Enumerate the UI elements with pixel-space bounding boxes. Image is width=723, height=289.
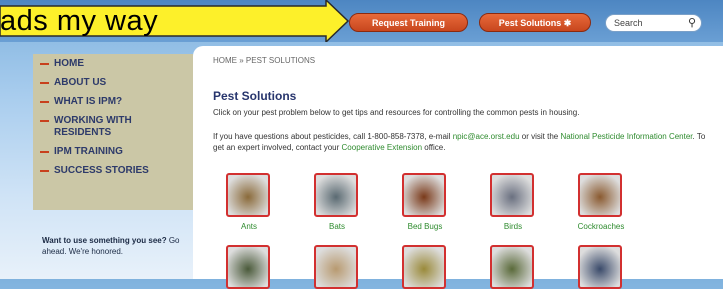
pest-tile[interactable] <box>402 245 448 289</box>
promo-text: Want to use something you see? Go ahead.… <box>42 236 180 256</box>
pest-solutions-button[interactable]: Pest Solutions ✱ <box>479 13 591 32</box>
pest-tile[interactable]: Bed Bugs <box>402 173 448 231</box>
bat-icon[interactable] <box>314 173 358 217</box>
sidebar-item-success-stories[interactable]: SUCCESS STORIES <box>33 165 193 177</box>
bullet-icon <box>40 120 49 122</box>
pest-label[interactable]: Bats <box>304 222 370 231</box>
request-training-button[interactable]: Request Training <box>349 13 468 32</box>
intro-text: Click on your pest problem below to get … <box>213 108 580 117</box>
pest-icon[interactable] <box>314 245 358 289</box>
pest-label[interactable]: Bed Bugs <box>392 222 458 231</box>
pest-tile[interactable]: Ants <box>226 173 272 231</box>
bullet-icon <box>40 63 49 65</box>
pest-tile[interactable]: Bats <box>314 173 360 231</box>
search-placeholder: Search <box>614 18 643 28</box>
pest-solutions-label: Pest Solutions <box>498 18 562 28</box>
bullet-icon <box>40 151 49 153</box>
breadcrumb[interactable]: HOME » PEST SOLUTIONS <box>213 56 315 65</box>
cockroach-icon[interactable] <box>578 173 622 217</box>
pest-tile[interactable]: Cockroaches <box>578 173 624 231</box>
main-content: HOME » PEST SOLUTIONS Pest Solutions Cli… <box>193 46 723 289</box>
sidebar-item-what-is-ipm[interactable]: WHAT IS IPM? <box>33 96 193 108</box>
contact-text: If you have questions about pesticides, … <box>213 132 706 152</box>
pest-label[interactable]: Ants <box>216 222 282 231</box>
search-input[interactable]: Search ⚲ <box>605 14 702 32</box>
sidebar-nav: HOME ABOUT US WHAT IS IPM? WORKING WITH … <box>33 54 193 210</box>
bedbug-icon[interactable] <box>402 173 446 217</box>
pest-label[interactable]: Birds <box>480 222 546 231</box>
pest-icon[interactable] <box>226 245 270 289</box>
extension-link[interactable]: Cooperative Extension <box>342 143 423 152</box>
callout-text: ads my way <box>0 5 159 37</box>
ant-icon[interactable] <box>226 173 270 217</box>
pest-icon[interactable] <box>578 245 622 289</box>
sidebar-item-about-us[interactable]: ABOUT US <box>33 77 193 89</box>
pest-label[interactable]: Cockroaches <box>568 222 634 231</box>
bird-icon[interactable] <box>490 173 534 217</box>
npic-link[interactable]: National Pesticide Information Center <box>560 132 692 141</box>
page-title: Pest Solutions <box>213 89 297 103</box>
sidebar-item-home[interactable]: HOME <box>33 58 193 70</box>
sidebar-item-ipm-training[interactable]: IPM TRAINING <box>33 146 193 158</box>
pest-tile[interactable] <box>578 245 624 289</box>
pest-tile[interactable] <box>490 245 536 289</box>
sidebar-item-working-with-residents[interactable]: WORKING WITH RESIDENTS <box>33 115 144 139</box>
pest-icon[interactable] <box>490 245 534 289</box>
bug-icon: ✱ <box>563 18 572 28</box>
pest-tile[interactable] <box>226 245 272 289</box>
pest-icon[interactable] <box>402 245 446 289</box>
bullet-icon <box>40 82 49 84</box>
bullet-icon <box>40 101 49 103</box>
callout-arrow: ads my way <box>0 0 378 42</box>
pest-tile[interactable] <box>314 245 360 289</box>
search-icon[interactable]: ⚲ <box>688 15 696 31</box>
pest-tile[interactable]: Birds <box>490 173 536 231</box>
bullet-icon <box>40 170 49 172</box>
email-link[interactable]: npic@ace.orst.edu <box>453 132 520 141</box>
